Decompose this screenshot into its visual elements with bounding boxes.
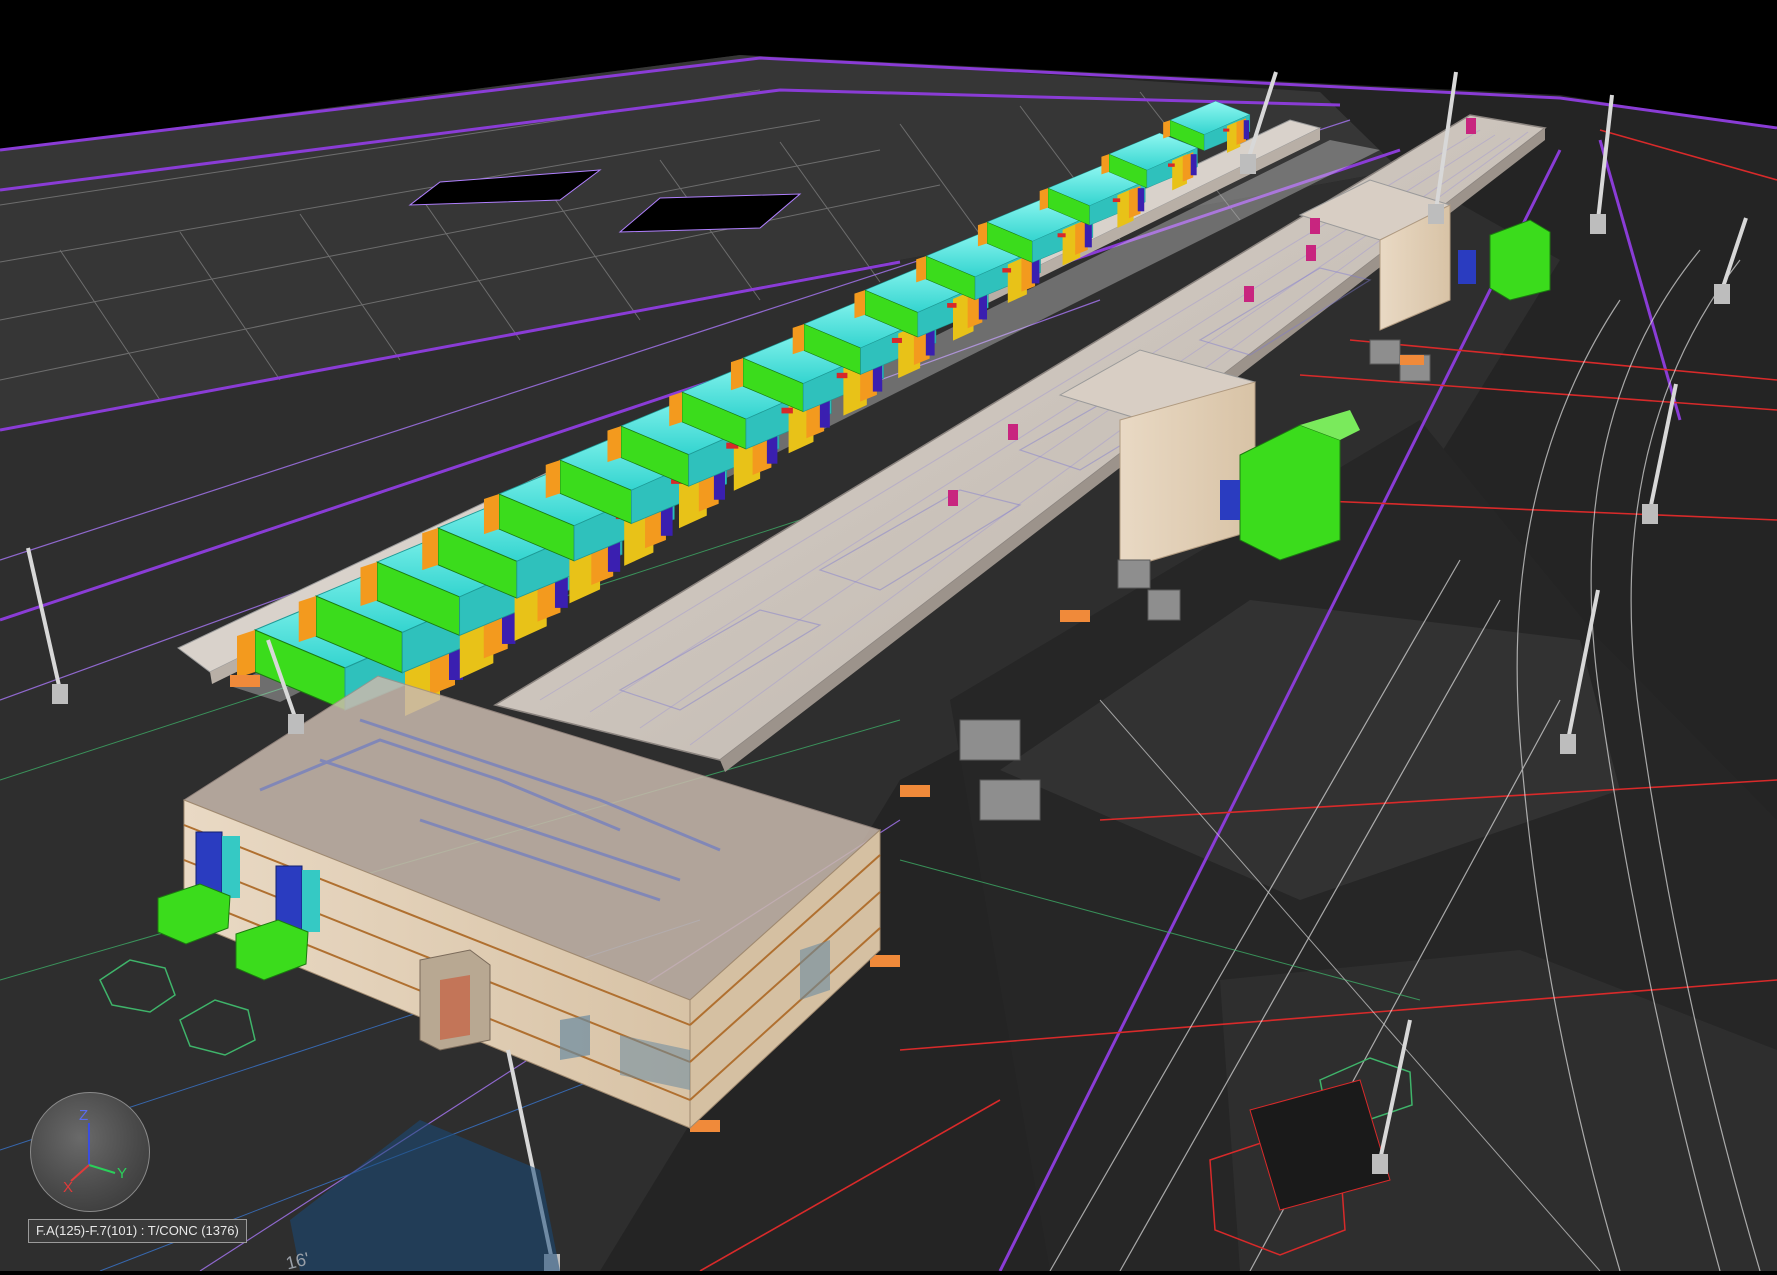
navigation-orb[interactable]: Z Y X: [30, 1092, 150, 1212]
axis-x-label: X: [63, 1179, 74, 1196]
3d-model-viewport[interactable]: Z Y X F.A(125)-F.7(101) : T/CONC (1376) …: [0, 0, 1777, 1274]
axis-y-label: Y: [117, 1165, 128, 1182]
light-pole-base: [1714, 284, 1730, 304]
light-pole-base: [1428, 204, 1444, 224]
light-pole-base: [1372, 1154, 1388, 1174]
light-pole-base: [288, 714, 304, 734]
axis-triad-icon: [70, 1123, 116, 1182]
light-pole-base: [1590, 214, 1606, 234]
model-scene[interactable]: [0, 0, 1777, 1271]
selection-status-label: F.A(125)-F.7(101) : T/CONC (1376): [28, 1219, 247, 1243]
light-pole-base: [52, 684, 68, 704]
light-pole-base: [1240, 154, 1256, 174]
light-pole-base: [1642, 504, 1658, 524]
axis-z-label: Z: [79, 1107, 89, 1124]
light-pole-base: [1560, 734, 1576, 754]
